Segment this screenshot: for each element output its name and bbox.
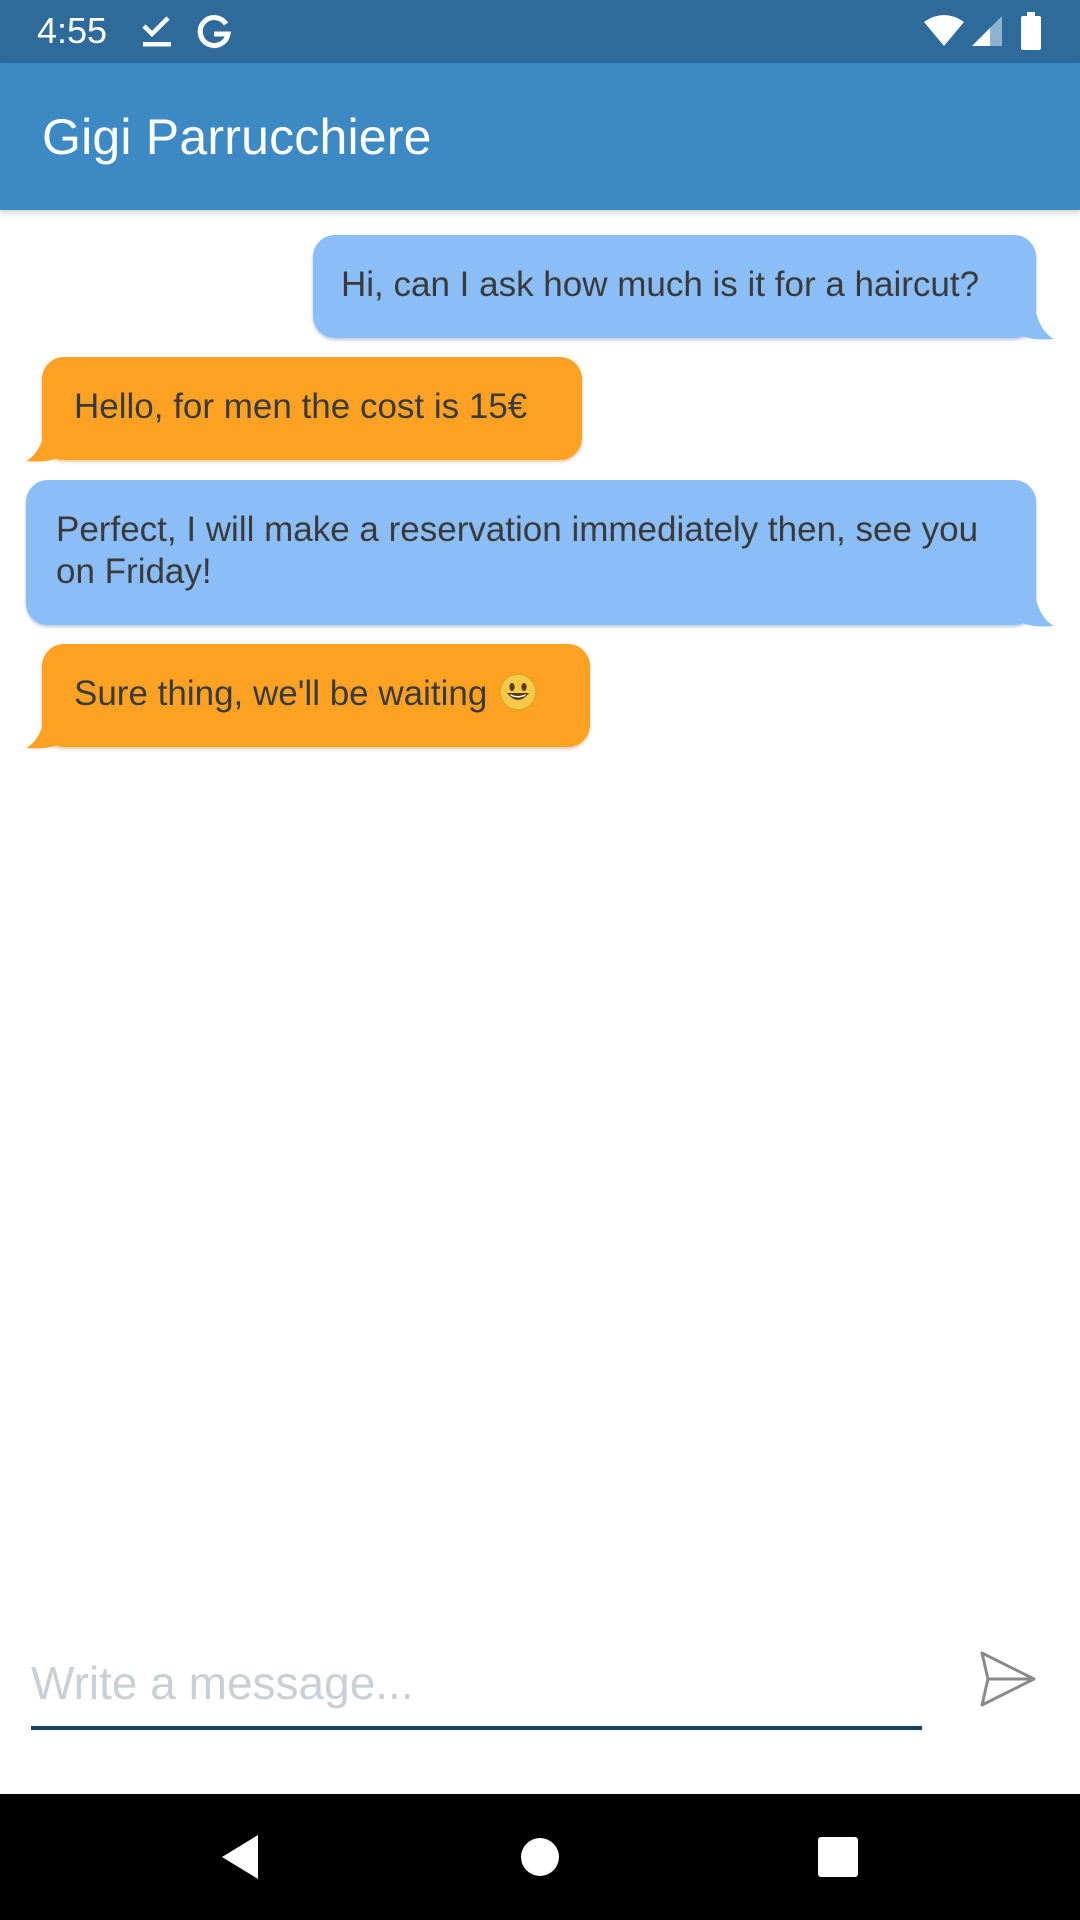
message-bubble-incoming[interactable]: Sure thing, we'll be waiting xyxy=(42,644,590,747)
message-bubble-outgoing[interactable]: Hi, can I ask how much is it for a hairc… xyxy=(313,235,1036,338)
chat-screen: 4:55 Gigi Parrucchiere Hi, can I ask how… xyxy=(0,0,1080,1920)
bubble-tail xyxy=(1020,313,1056,341)
message-bubble-outgoing[interactable]: Perfect, I will make a reservation immed… xyxy=(26,480,1036,625)
status-time: 4:55 xyxy=(37,10,108,51)
app-bar: Gigi Parrucchiere xyxy=(0,63,1080,210)
message-content: Sure thing, we'll be waiting xyxy=(74,673,590,715)
send-icon xyxy=(980,1651,1036,1707)
battery-icon xyxy=(1020,12,1042,52)
signal-icon xyxy=(970,14,1004,54)
message-bubble-incoming[interactable]: Hello, for men the cost is 15€ xyxy=(42,357,582,460)
google-icon xyxy=(196,12,232,52)
status-bar: 4:55 xyxy=(0,0,1080,63)
bubble-tail xyxy=(24,435,60,463)
message-text: Hi, can I ask how much is it for a hairc… xyxy=(341,265,980,304)
page-title: Gigi Parrucchiere xyxy=(42,109,432,165)
message-input[interactable] xyxy=(31,1640,922,1730)
recents-icon[interactable] xyxy=(810,1829,866,1885)
message-text: Perfect, I will make a reservation immed… xyxy=(56,510,979,591)
home-icon[interactable] xyxy=(512,1829,568,1885)
bubble-tail xyxy=(24,722,60,750)
wifi-icon xyxy=(922,14,966,54)
download-done-icon xyxy=(140,12,174,52)
smiley-icon xyxy=(499,673,538,711)
message-list: Hi, can I ask how much is it for a hairc… xyxy=(0,210,1080,1610)
navigation-bar xyxy=(0,1794,1080,1920)
message-text: Hello, for men the cost is 15€ xyxy=(74,387,528,426)
message-text: Sure thing, we'll be waiting xyxy=(74,674,488,713)
send-button[interactable] xyxy=(972,1645,1042,1715)
bubble-tail xyxy=(1020,600,1056,628)
back-icon[interactable] xyxy=(214,1829,270,1885)
